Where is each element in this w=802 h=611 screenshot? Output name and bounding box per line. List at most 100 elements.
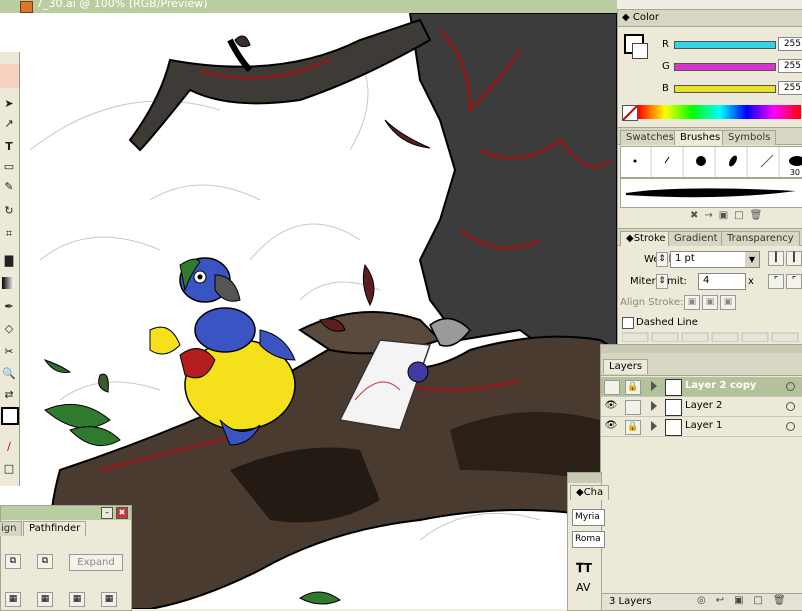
join-round-icon[interactable]: ⌜: [786, 274, 802, 289]
font-family-select[interactable]: Myria: [572, 509, 605, 526]
r-value-input[interactable]: 255: [778, 37, 802, 51]
target-circle-icon[interactable]: [786, 422, 795, 431]
fill-swatch[interactable]: [1, 407, 19, 425]
warp-icon[interactable]: ⌗: [2, 227, 16, 241]
gradient-icon[interactable]: [2, 277, 14, 289]
character-panel-grip[interactable]: [568, 473, 601, 483]
color-panel-header: ◆ Color: [618, 10, 802, 27]
pathfinder-titlebar[interactable]: – ✖: [1, 506, 131, 520]
visibility-toggle[interactable]: [604, 380, 620, 395]
tab-gradient[interactable]: Gradient: [668, 231, 724, 246]
join-miter-icon[interactable]: ⌜: [768, 274, 784, 289]
rotate-icon[interactable]: ↻: [2, 204, 16, 218]
brush-icon[interactable]: ✎: [2, 180, 16, 194]
cap-round-icon[interactable]: ┃: [786, 251, 802, 266]
blend-icon[interactable]: ◇: [2, 322, 16, 336]
pathfinder-panel: – ✖ ign Pathfinder ⧉ ⧉ Expand ▦ ▦ ▦ ▦: [0, 505, 132, 611]
character-panel: ◆Cha Myria Roma 𝐓T AV: [567, 472, 610, 611]
target-circle-icon[interactable]: [786, 402, 795, 411]
zoom-icon[interactable]: 🔍: [2, 367, 16, 381]
toolbox-logo: [0, 64, 19, 88]
dashed-line-checkbox[interactable]: [622, 317, 634, 329]
expand-arrow-icon[interactable]: [651, 401, 657, 411]
miter-stepper[interactable]: ⇕: [656, 274, 668, 289]
r-slider[interactable]: [674, 41, 776, 49]
scissors-icon[interactable]: ✂: [2, 345, 16, 359]
target-circle-icon[interactable]: [786, 382, 795, 391]
kerning-icon: AV: [576, 581, 591, 594]
tab-character[interactable]: ◆Cha: [570, 485, 610, 500]
font-style-select[interactable]: Roma: [572, 531, 605, 548]
rectangle-icon[interactable]: ▭: [2, 160, 16, 174]
layer-name: Layer 2: [685, 400, 723, 411]
b-value-input[interactable]: 255: [778, 81, 802, 95]
layers-footer-icons[interactable]: ◎↩▣□🗑: [697, 595, 796, 606]
weight-stepper[interactable]: ⇕: [656, 252, 668, 267]
g-value-input[interactable]: 255: [778, 59, 802, 73]
layer-thumbnail: [665, 419, 682, 436]
merge-icon[interactable]: ▦: [69, 592, 85, 607]
align-inside-icon[interactable]: ▣: [702, 295, 718, 310]
stroke-tabbar: ◆Stroke Gradient Transparency: [618, 229, 802, 246]
g-slider[interactable]: [674, 63, 776, 71]
expand-arrow-icon[interactable]: [651, 421, 657, 431]
color-spectrum[interactable]: [638, 105, 801, 119]
g-label: G: [662, 61, 670, 72]
tab-transparency[interactable]: Transparency: [721, 231, 800, 246]
weight-select[interactable]: 1 pt ▼: [670, 251, 760, 268]
lock-icon[interactable]: 🔒: [625, 420, 641, 435]
direct-select-icon[interactable]: ↗: [2, 117, 16, 131]
minimize-icon[interactable]: –: [101, 507, 113, 519]
tab-brushes[interactable]: Brushes: [674, 130, 727, 145]
eye-icon[interactable]: 👁: [604, 400, 618, 413]
tab-align[interactable]: ign: [0, 521, 23, 536]
eyedropper-icon[interactable]: ✒: [2, 300, 16, 314]
tab-symbols[interactable]: Symbols: [722, 130, 777, 145]
close-icon[interactable]: ✖: [116, 507, 128, 519]
stroke-panel: ◆Stroke Gradient Transparency Weight: ⇕ …: [617, 228, 802, 346]
stroke-color-swatch[interactable]: [632, 43, 648, 59]
layer-row[interactable]: 👁 🔒 Layer 1: [601, 417, 802, 437]
none-icon[interactable]: ∕: [2, 440, 16, 454]
art-brush-preview[interactable]: [620, 178, 802, 208]
type-icon[interactable]: T: [2, 140, 16, 154]
tab-stroke[interactable]: ◆Stroke: [620, 231, 672, 246]
eye-icon[interactable]: 👁: [604, 420, 618, 433]
layer-row[interactable]: 👁 Layer 2: [601, 397, 802, 417]
document-title: 7_30.ai @ 100% (RGB/Preview): [36, 0, 208, 10]
lock-icon[interactable]: 🔒: [625, 380, 641, 395]
miter-limit-input[interactable]: 4: [698, 273, 746, 290]
align-outside-icon[interactable]: ▣: [720, 295, 736, 310]
layers-panel-grip[interactable]: [601, 345, 802, 353]
r-label: R: [662, 39, 669, 50]
lock-toggle[interactable]: [625, 400, 641, 415]
screen-mode-icon[interactable]: □: [2, 462, 16, 476]
crop-icon[interactable]: ▦: [101, 592, 117, 607]
graph-icon[interactable]: ▇: [2, 254, 16, 268]
unite-icon[interactable]: ⧉: [5, 554, 21, 569]
trim-icon[interactable]: ▦: [37, 592, 53, 607]
color-panel-title[interactable]: ◆ Color: [622, 12, 659, 23]
minus-front-icon[interactable]: ⧉: [37, 554, 53, 569]
layer-name: Layer 1: [685, 420, 723, 431]
cap-butt-icon[interactable]: ┃: [768, 251, 784, 266]
align-stroke-label: Align Stroke:: [620, 297, 684, 308]
expand-button[interactable]: Expand: [69, 554, 123, 571]
tab-layers[interactable]: Layers: [603, 359, 649, 374]
selection-icon[interactable]: ➤: [2, 97, 16, 111]
tab-pathfinder[interactable]: Pathfinder: [23, 521, 87, 536]
align-center-icon[interactable]: ▣: [684, 295, 700, 310]
dashed-line-label: Dashed Line: [636, 317, 698, 328]
swap-icon[interactable]: ⇄: [2, 388, 16, 402]
expand-arrow-icon[interactable]: [651, 381, 657, 391]
none-color-icon[interactable]: [622, 105, 638, 121]
b-label: B: [662, 83, 669, 94]
layer-row[interactable]: 🔒 Layer 2 copy: [601, 377, 802, 397]
document-title-bar[interactable]: 7_30.ai @ 100% (RGB/Preview): [0, 0, 617, 14]
brushes-footer-icons[interactable]: ✖→▣□🗑: [690, 210, 768, 221]
b-slider[interactable]: [674, 85, 776, 93]
tab-swatches[interactable]: Swatches: [620, 130, 680, 145]
divide-icon[interactable]: ▦: [5, 592, 21, 607]
chevron-down-icon[interactable]: ▼: [745, 252, 759, 267]
dash-gap-fields[interactable]: [621, 332, 800, 343]
